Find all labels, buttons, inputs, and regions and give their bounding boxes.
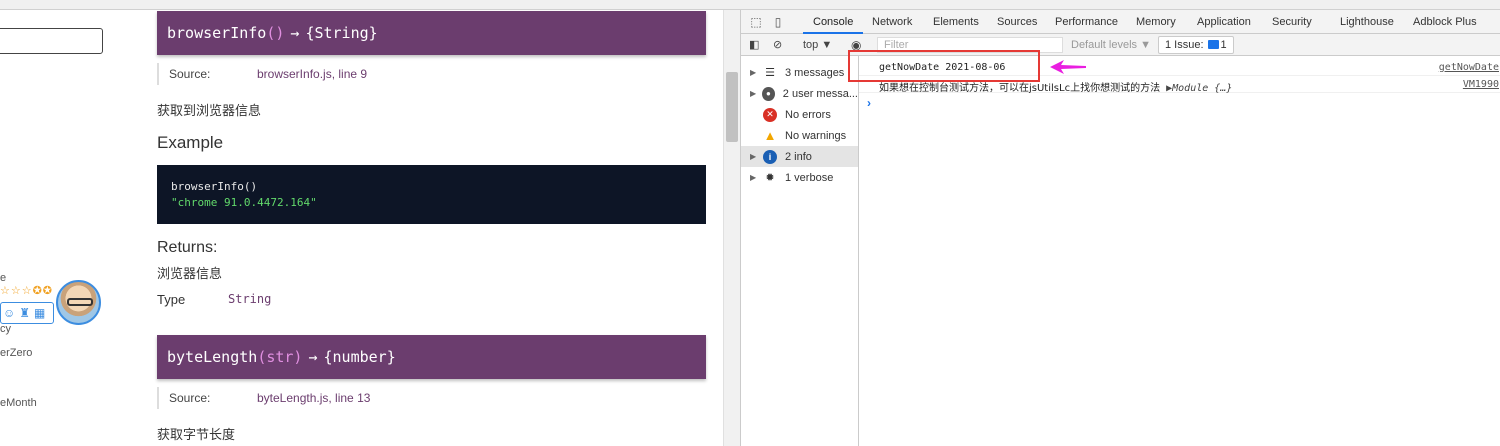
- devtools-tab-bar: ⬚ ▯ Console Network Elements Sources Per…: [741, 10, 1500, 34]
- sidebar-item-label: 2 user messa...: [782, 87, 858, 100]
- page-scrollbar[interactable]: [723, 10, 740, 446]
- issues-button[interactable]: 1 Issue: 1: [1158, 36, 1234, 54]
- type-label: Type: [157, 292, 186, 307]
- code-example: browserInfo() "chrome 91.0.4472.164": [157, 165, 706, 224]
- method-params: (str): [257, 348, 303, 366]
- grid-icon[interactable]: ▦: [34, 306, 45, 320]
- method-return-type: {String}: [305, 24, 378, 42]
- tab-network[interactable]: Network: [872, 10, 912, 34]
- method-description: 获取字节长度: [157, 427, 236, 442]
- sidebar-item-user-messages[interactable]: ▶ ● 2 user messa...: [741, 83, 858, 104]
- sidebar-item-label: 3 messages: [785, 66, 845, 79]
- console-sidebar: ▶ ☰ 3 messages ▶ ● 2 user messa... ✕ No …: [741, 56, 859, 446]
- returns-description: 浏览器信息: [157, 266, 223, 281]
- returns-arrow: →: [308, 348, 318, 366]
- sidebar-fragment-cy: cy: [0, 323, 11, 335]
- expand-triangle-icon[interactable]: ▶: [750, 68, 760, 77]
- docs-content: browserInfo() → {String} Source: browserIn…: [145, 10, 723, 446]
- method-header-bytelength: byteLength (str) → {number}: [157, 335, 706, 379]
- sidebar-item-warnings[interactable]: ▲ No warnings: [741, 125, 858, 146]
- log-source-link[interactable]: getNowDate: [1439, 62, 1499, 73]
- method-name: byteLength: [167, 348, 258, 366]
- inspect-element-icon[interactable]: ⬚: [749, 15, 763, 29]
- method-params: (): [266, 24, 285, 42]
- method-return-type: {number}: [323, 348, 396, 366]
- source-label: Source:: [169, 391, 211, 405]
- tab-security[interactable]: Security: [1272, 10, 1312, 34]
- source-link[interactable]: browserInfo.js, line 9: [257, 67, 367, 81]
- code-line-result: "chrome 91.0.4472.164": [171, 196, 317, 209]
- list-icon: ☰: [765, 67, 775, 79]
- method-name: browserInfo: [167, 24, 267, 42]
- sidebar-link-month[interactable]: eMonth: [0, 397, 37, 409]
- log-message: 如果想在控制台测试方法，可以在jsUtilsLc上找你想测试的方法: [879, 83, 1161, 94]
- sidebar-item-label: 1 verbose: [785, 171, 834, 184]
- log-source-link[interactable]: VM1990: [1463, 79, 1499, 90]
- expand-triangle-icon[interactable]: ▶: [750, 173, 760, 182]
- tab-adblock-plus[interactable]: Adblock Plus: [1413, 10, 1477, 34]
- annotation-arrow-icon: [1050, 60, 1086, 74]
- sidebar-item-label: No errors: [785, 108, 831, 121]
- sidebar-search-input[interactable]: [0, 28, 103, 54]
- sidebar-item-info[interactable]: ▶ i 2 info: [741, 146, 858, 167]
- method-header-browserinfo: browserInfo() → {String}: [157, 11, 706, 55]
- example-heading: Example: [157, 133, 224, 152]
- sidebar-item-label: No warnings: [785, 129, 847, 142]
- issues-label: 1 Issue:: [1165, 39, 1204, 51]
- sidebar-fragment-e: e: [0, 272, 7, 284]
- tab-memory[interactable]: Memory: [1136, 10, 1176, 34]
- source-row: Source: browserInfo.js, line 9: [157, 63, 367, 85]
- context-selector[interactable]: top ▼: [803, 37, 832, 53]
- warning-icon: ▲: [763, 128, 777, 143]
- expand-triangle-icon[interactable]: ▶: [750, 152, 760, 161]
- expand-triangle-icon[interactable]: ▶: [750, 89, 759, 98]
- issue-flag-icon: [1207, 40, 1219, 49]
- returns-arrow: →: [290, 24, 300, 42]
- sidebar-stars: ☆☆☆✪✪: [0, 285, 54, 297]
- issues-count: 1: [1220, 39, 1227, 51]
- tab-lighthouse[interactable]: Lighthouse: [1340, 10, 1394, 34]
- code-line-call: browserInfo(): [171, 180, 258, 193]
- glasses-shape: [67, 298, 93, 306]
- info-icon: i: [763, 149, 777, 164]
- sidebar-toggle-icon[interactable]: ◧: [749, 37, 759, 53]
- user-icon: ●: [762, 86, 775, 101]
- shirt-icon[interactable]: ♜: [19, 306, 30, 320]
- sidebar-item-messages[interactable]: ▶ ☰ 3 messages: [741, 62, 858, 83]
- scrollbar-thumb[interactable]: [726, 72, 738, 142]
- device-toolbar-icon[interactable]: ▯: [771, 15, 785, 29]
- tab-elements[interactable]: Elements: [933, 10, 979, 34]
- clear-console-icon[interactable]: ⊘: [773, 37, 782, 53]
- type-row: Type String: [157, 292, 271, 307]
- tab-performance[interactable]: Performance: [1055, 10, 1118, 34]
- sidebar-item-label: 2 info: [785, 150, 812, 163]
- verbose-icon: ✹: [765, 172, 775, 184]
- tab-application[interactable]: Application: [1197, 10, 1251, 34]
- tab-console[interactable]: Console: [803, 10, 864, 34]
- sidebar-item-errors[interactable]: ✕ No errors: [741, 104, 858, 125]
- avatar[interactable]: [56, 280, 101, 325]
- sidebar-item-verbose[interactable]: ▶ ✹ 1 verbose: [741, 167, 858, 188]
- sidebar-link-zero[interactable]: erZero: [0, 347, 32, 359]
- log-levels-dropdown[interactable]: Default levels ▼: [1071, 37, 1151, 53]
- sidebar-icon-group: ☺ ♜ ▦: [0, 302, 54, 324]
- browser-top-strip: [0, 0, 1500, 10]
- smile-icon[interactable]: ☺: [3, 306, 15, 320]
- screen: e ☆☆☆✪✪ ☺ ♜ ▦ cy erZero eMonth browserIn…: [0, 0, 1500, 446]
- tab-sources[interactable]: Sources: [997, 10, 1037, 34]
- console-prompt[interactable]: ›: [867, 96, 871, 110]
- highlight-box: [848, 50, 1040, 82]
- source-row: Source: byteLength.js, line 13: [157, 387, 370, 409]
- type-value: String: [228, 292, 272, 306]
- method-description: 获取到浏览器信息: [157, 103, 262, 118]
- source-label: Source:: [169, 67, 211, 81]
- source-link[interactable]: byteLength.js, line 13: [257, 391, 370, 405]
- console-output: getNowDate 2021-08-06 getNowDate 如果想在控制台…: [859, 56, 1500, 446]
- error-icon: ✕: [763, 107, 777, 122]
- returns-heading: Returns:: [157, 239, 218, 256]
- module-object-toggle[interactable]: ▶Module {…}: [1166, 83, 1232, 94]
- left-sidebar: e ☆☆☆✪✪ ☺ ♜ ▦ cy erZero eMonth: [0, 10, 145, 446]
